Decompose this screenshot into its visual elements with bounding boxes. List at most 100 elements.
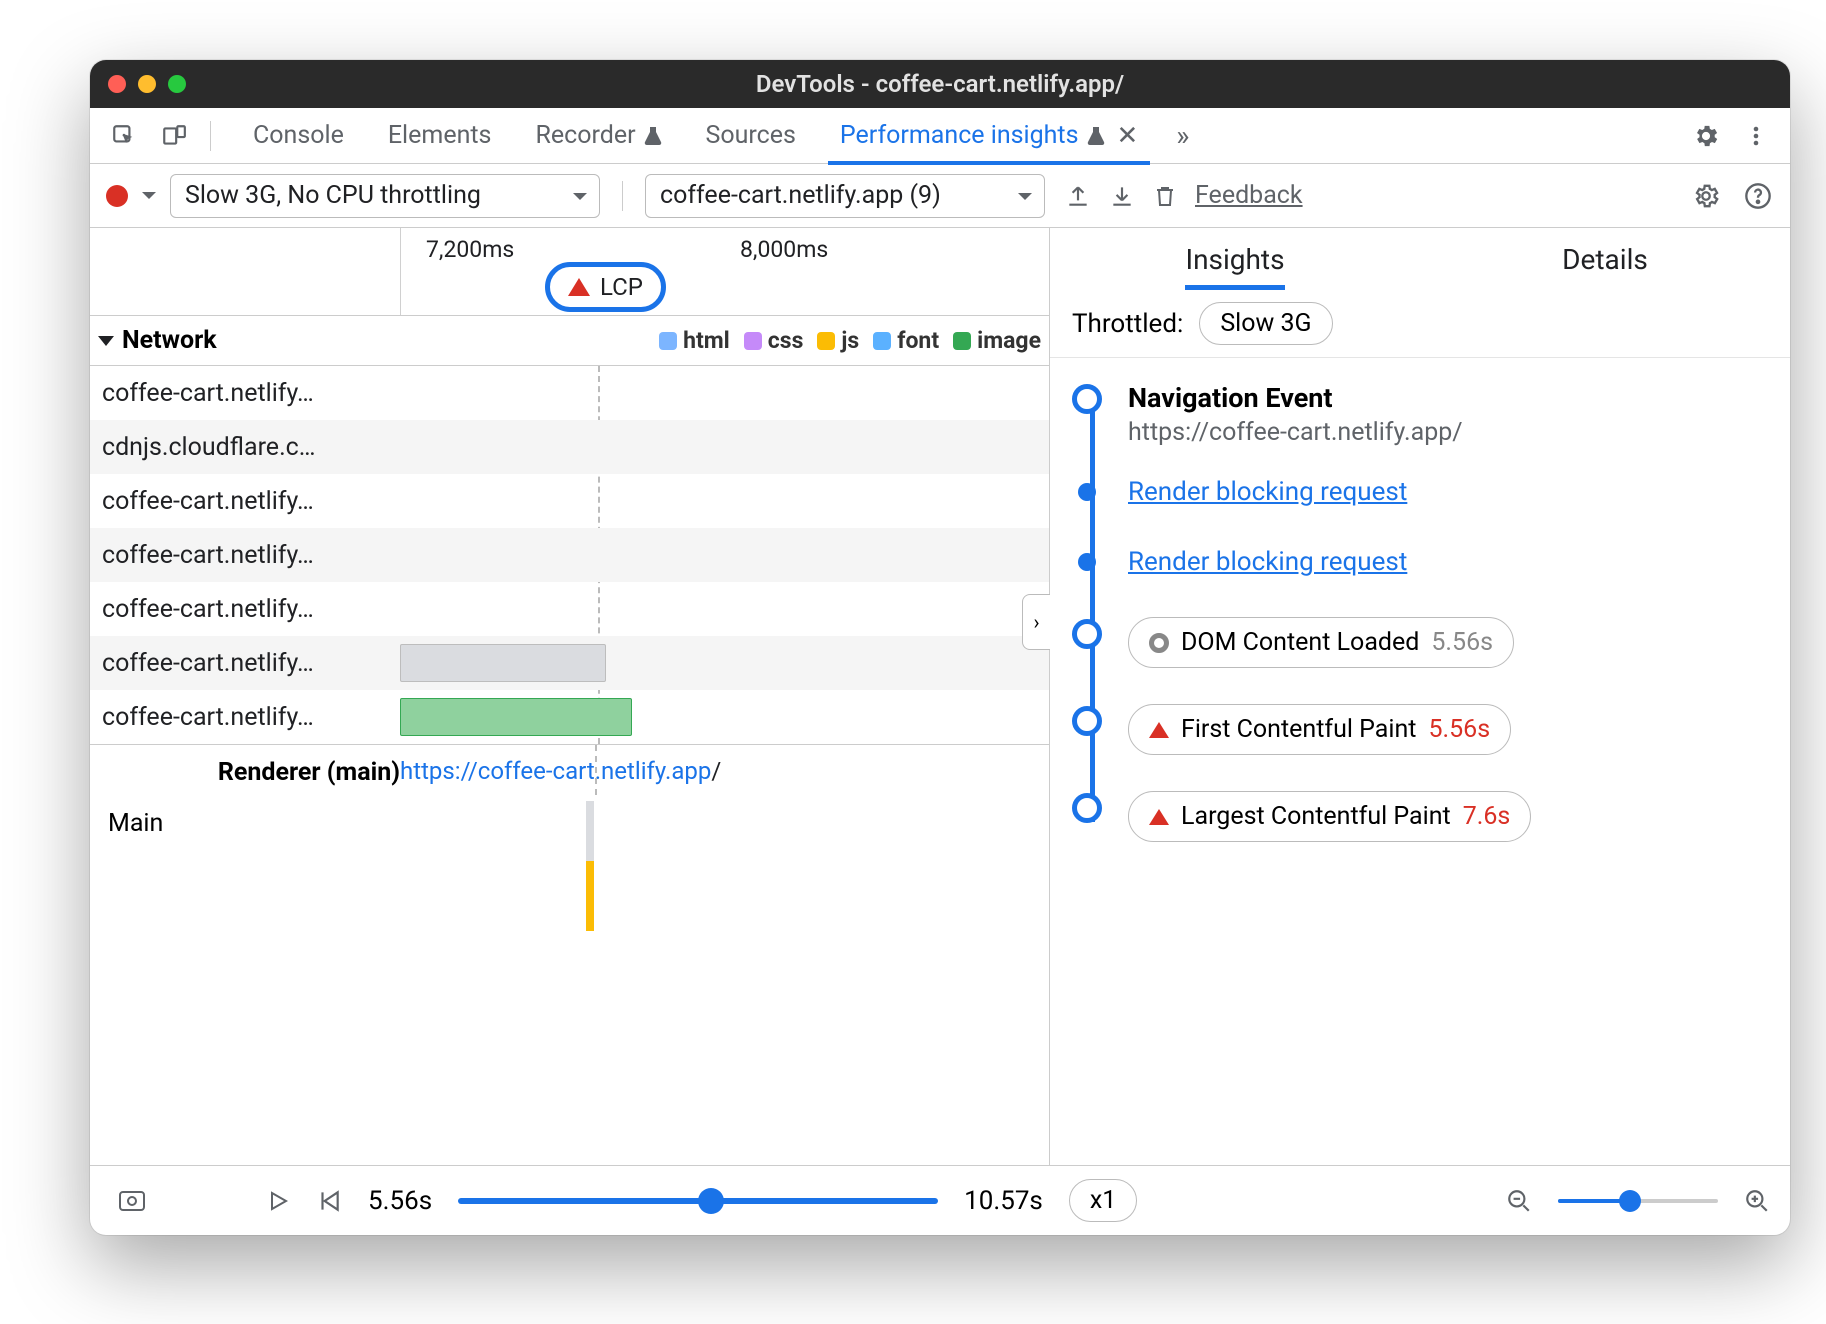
zoom-in-icon[interactable]	[1744, 1188, 1770, 1214]
timeline-node	[1072, 619, 1102, 649]
network-row[interactable]: coffee-cart.netlify…	[90, 582, 1049, 636]
event-time: 5.56s	[1431, 628, 1493, 657]
timeline-item: Navigation Eventhttps://coffee-cart.netl…	[1128, 382, 1768, 447]
legend-item: css	[744, 327, 804, 354]
time-ruler[interactable]: 7,200ms 8,000ms LCP	[90, 228, 1049, 316]
insights-toolbar: Slow 3G, No CPU throttling coffee-cart.n…	[90, 164, 1790, 228]
main-split: 7,200ms 8,000ms LCP Network htmlcssjsfon…	[90, 228, 1790, 1165]
network-row[interactable]: coffee-cart.netlify…	[90, 528, 1049, 582]
separator	[210, 121, 211, 151]
network-row[interactable]: coffee-cart.netlify…	[90, 366, 1049, 420]
network-track	[400, 536, 1049, 574]
throttle-row: Throttled: Slow 3G	[1050, 290, 1790, 358]
event-time: 7.6s	[1463, 802, 1511, 831]
zoom-thumb[interactable]	[1619, 1190, 1641, 1212]
delete-icon[interactable]	[1153, 183, 1177, 209]
speed-pill[interactable]: x1	[1069, 1179, 1137, 1222]
network-bar[interactable]	[400, 644, 606, 682]
url-suffix: /	[711, 757, 721, 785]
page-select[interactable]: coffee-cart.netlify.app (9)	[645, 174, 1045, 218]
event-subtitle: https://coffee-cart.netlify.app/	[1128, 418, 1768, 447]
throttled-value-pill[interactable]: Slow 3G	[1199, 302, 1332, 345]
tab-insights[interactable]: Insights	[1050, 228, 1420, 290]
legend-label: css	[768, 327, 804, 354]
network-row-label: coffee-cart.netlify…	[102, 595, 402, 624]
time-tick: 8,000ms	[740, 236, 828, 263]
zoom-slider[interactable]	[1558, 1199, 1718, 1203]
feedback-link[interactable]: Feedback	[1195, 181, 1303, 210]
network-track	[400, 698, 1049, 736]
timeline-node-small	[1078, 553, 1096, 571]
network-row-label: coffee-cart.netlify…	[102, 487, 402, 516]
insights-timeline: Navigation Eventhttps://coffee-cart.netl…	[1050, 358, 1790, 1165]
export-icon[interactable]	[1065, 183, 1091, 209]
skip-start-icon[interactable]	[316, 1188, 342, 1214]
device-toolbar-icon[interactable]	[152, 114, 196, 158]
separator	[622, 181, 623, 211]
legend-item: image	[953, 327, 1041, 354]
tab-label: Performance insights	[840, 121, 1079, 150]
network-row[interactable]: cdnjs.cloudflare.c…	[90, 420, 1049, 474]
kebab-menu-icon[interactable]	[1734, 114, 1778, 158]
playhead-slider[interactable]	[458, 1198, 938, 1204]
network-row-label: cdnjs.cloudflare.c…	[102, 433, 402, 462]
inspect-element-icon[interactable]	[102, 114, 146, 158]
slider-thumb[interactable]	[698, 1188, 724, 1214]
tab-sources[interactable]: Sources	[684, 108, 818, 164]
renderer-url-link[interactable]: https://coffee-cart.netlify.app/	[400, 757, 721, 785]
lcp-marker[interactable]: LCP	[545, 262, 666, 312]
close-tab-icon[interactable]: ✕	[1117, 121, 1139, 151]
timeline-node	[1072, 793, 1102, 823]
select-value: coffee-cart.netlify.app (9)	[660, 181, 941, 210]
record-menu-chevron-icon[interactable]	[142, 192, 156, 206]
network-section-header[interactable]: Network htmlcssjsfontimage	[90, 316, 1049, 366]
render-blocking-link[interactable]: Render blocking request	[1128, 477, 1407, 507]
legend-swatch	[744, 332, 762, 350]
traffic-lights	[108, 75, 186, 93]
close-window-button[interactable]	[108, 75, 126, 93]
network-track	[400, 644, 1049, 682]
tab-elements[interactable]: Elements	[366, 108, 514, 164]
network-bar[interactable]	[400, 698, 632, 736]
zoom-out-icon[interactable]	[1506, 1188, 1532, 1214]
tab-details[interactable]: Details	[1420, 228, 1790, 290]
network-track	[400, 482, 1049, 520]
import-icon[interactable]	[1109, 183, 1135, 209]
event-pill[interactable]: First Contentful Paint 5.56s	[1128, 704, 1511, 755]
task-block[interactable]	[586, 801, 594, 861]
tab-performance-insights[interactable]: Performance insights ✕	[818, 108, 1160, 164]
url-text: https://coffee-cart.netlify.app	[400, 757, 711, 785]
more-tabs-icon[interactable]: »	[1166, 119, 1199, 152]
flask-icon	[1087, 126, 1105, 146]
expand-pane-button[interactable]: ›	[1022, 594, 1050, 650]
network-row[interactable]: coffee-cart.netlify…	[90, 690, 1049, 744]
render-blocking-link[interactable]: Render blocking request	[1128, 547, 1407, 577]
select-value: Slow 3G, No CPU throttling	[185, 181, 481, 210]
network-row-label: coffee-cart.netlify…	[102, 379, 402, 408]
event-pill[interactable]: Largest Contentful Paint 7.6s	[1128, 791, 1531, 842]
timeline-node	[1072, 706, 1102, 736]
screenshot-toggle-icon[interactable]	[110, 1179, 154, 1223]
maximize-window-button[interactable]	[168, 75, 186, 93]
panel-settings-gear-icon[interactable]	[1684, 174, 1728, 218]
record-button[interactable]	[106, 185, 128, 207]
event-pill[interactable]: DOM Content Loaded 5.56s	[1128, 617, 1514, 668]
minimize-window-button[interactable]	[138, 75, 156, 93]
renderer-section-header[interactable]: Renderer (main)	[90, 745, 400, 799]
network-legend: htmlcssjsfontimage	[659, 327, 1041, 354]
network-row[interactable]: coffee-cart.netlify…	[90, 636, 1049, 690]
section-title: Network	[122, 326, 217, 355]
tab-recorder[interactable]: Recorder	[513, 108, 683, 164]
timeline-item: Largest Contentful Paint 7.6s	[1128, 791, 1768, 842]
legend-label: html	[683, 327, 730, 354]
tab-console[interactable]: Console	[231, 108, 366, 164]
play-icon[interactable]	[266, 1188, 290, 1214]
help-icon[interactable]	[1742, 174, 1774, 218]
timeline-node	[1072, 384, 1102, 414]
throttling-select[interactable]: Slow 3G, No CPU throttling	[170, 174, 600, 218]
network-row[interactable]: coffee-cart.netlify…	[90, 474, 1049, 528]
settings-gear-icon[interactable]	[1684, 114, 1728, 158]
track-divider	[400, 228, 401, 315]
task-block[interactable]	[586, 861, 594, 931]
zoom-fill	[1558, 1199, 1622, 1203]
